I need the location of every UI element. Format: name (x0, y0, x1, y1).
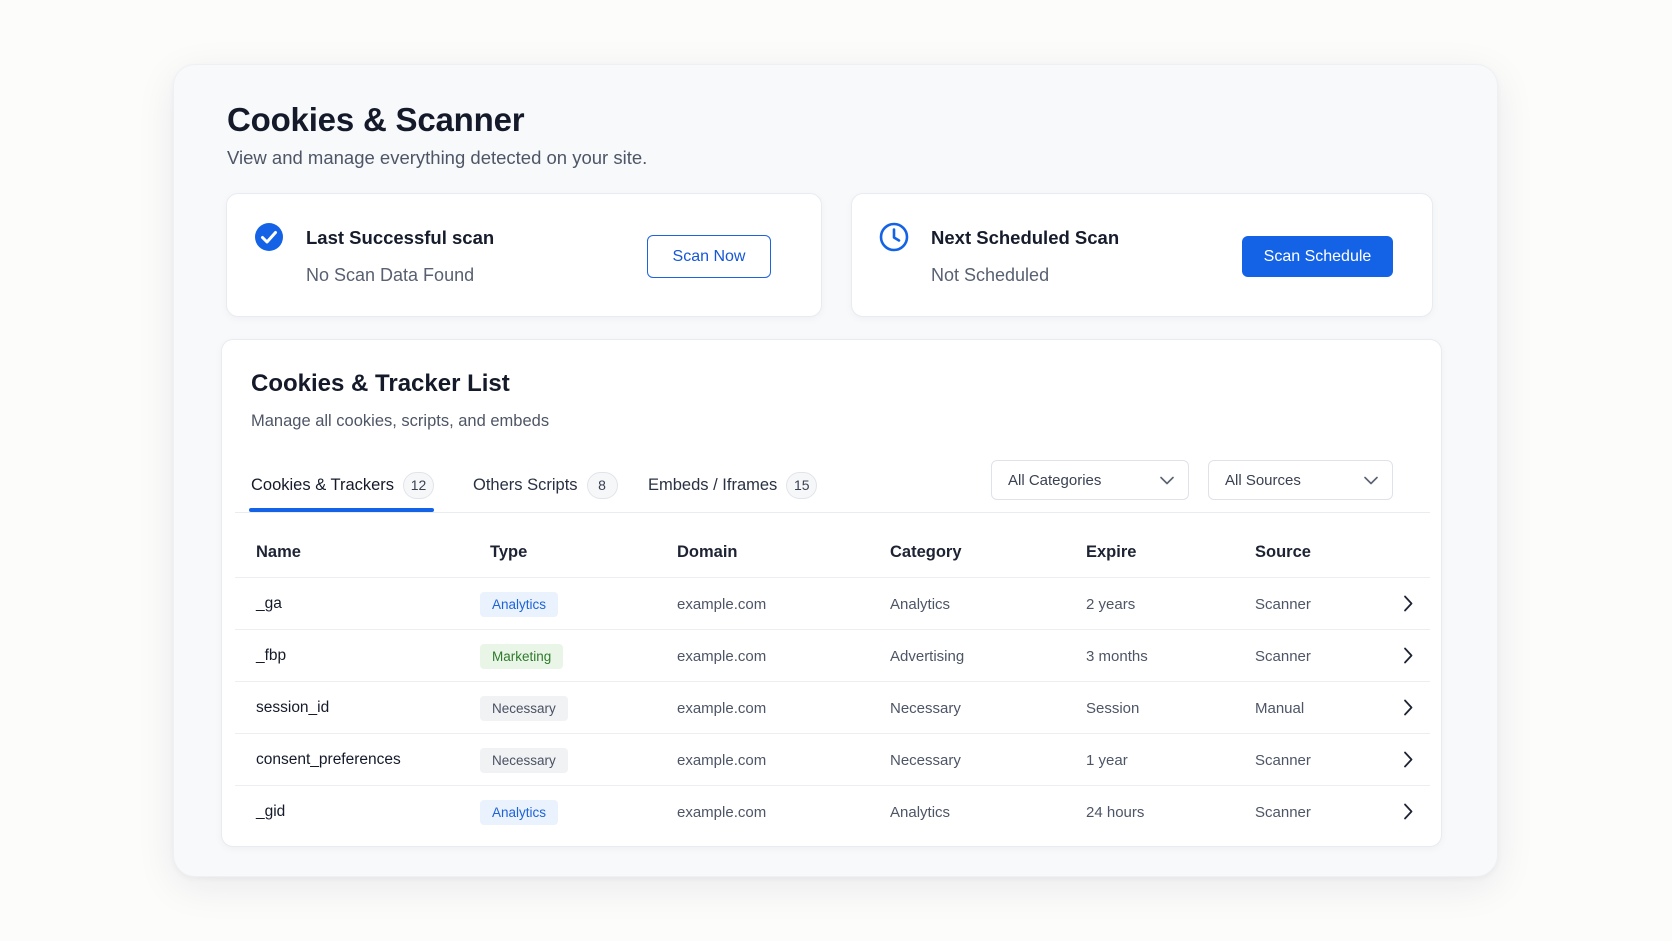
check-circle-icon (255, 223, 283, 251)
cell-name: consent_preferences (256, 751, 401, 768)
cell-domain: example.com (677, 647, 767, 665)
list-title: Cookies & Tracker List (251, 370, 510, 397)
cell-domain: example.com (677, 803, 767, 821)
type-badge: Necessary (480, 695, 568, 721)
column-header-type: Type (490, 543, 528, 561)
cell-source: Manual (1255, 699, 1305, 717)
tracker-list-card: Cookies & Tracker List Manage all cookie… (221, 339, 1442, 847)
tab-count-badge: 8 (586, 471, 618, 499)
cell-type: Analytics (480, 786, 559, 838)
tab-embeds-iframes[interactable]: Embeds / Iframes 15 (648, 466, 818, 504)
cell-domain: example.com (677, 595, 767, 613)
cell-domain: example.com (677, 751, 767, 769)
tab-count-badge: 15 (786, 471, 818, 499)
chevron-right-icon[interactable] (1403, 647, 1413, 664)
cookies-scanner-panel: Cookies & Scanner View and manage everyt… (173, 64, 1498, 877)
table-row[interactable]: consent_preferences Necessary example.com N… (235, 733, 1430, 785)
cell-category: Necessary (890, 751, 961, 769)
cell-category: Analytics (890, 803, 951, 821)
cell-source: Scanner (1255, 647, 1311, 665)
tab-cookies-trackers[interactable]: Cookies & Trackers 12 (251, 466, 435, 504)
table-row[interactable]: _ga Analytics example.com Analytics 2 years S… (235, 577, 1430, 629)
cell-expire: 3 months (1086, 647, 1148, 665)
tab-label: Embeds / Iframes (648, 475, 778, 494)
cell-expire: 1 year (1086, 751, 1128, 769)
last-scan-card: Last Successful scan No Scan Data Found … (226, 193, 822, 317)
column-header-category: Category (890, 543, 962, 561)
chevron-right-icon[interactable] (1403, 751, 1413, 768)
next-scan-label: Next Scheduled Scan (931, 227, 1120, 248)
tab-others-scripts[interactable]: Others Scripts 8 (473, 466, 618, 504)
type-badge: Marketing (480, 643, 564, 669)
cell-name: _ga (256, 595, 282, 612)
column-header-domain: Domain (677, 543, 738, 561)
column-header-source: Source (1255, 543, 1311, 561)
scan-schedule-button[interactable]: Scan Schedule (1242, 236, 1393, 277)
table-row[interactable]: session_id Necessary example.com Necessary S… (235, 681, 1430, 733)
list-subtitle: Manage all cookies, scripts, and embeds (251, 412, 550, 430)
type-badge: Analytics (480, 799, 559, 825)
chevron-down-icon (1160, 476, 1174, 484)
cell-type: Marketing (480, 630, 564, 682)
cell-source: Scanner (1255, 803, 1311, 821)
type-badge: Necessary (480, 747, 568, 773)
table-row[interactable]: _gid Analytics example.com Analytics 24 hour… (235, 785, 1430, 837)
cell-domain: example.com (677, 699, 767, 717)
column-header-expire: Expire (1086, 543, 1137, 561)
table-row[interactable]: _fbp Marketing example.com Advertising 3 mon… (235, 629, 1430, 681)
tabs-divider (235, 512, 1430, 513)
cell-source: Scanner (1255, 595, 1311, 613)
cell-expire: 24 hours (1086, 803, 1145, 821)
column-header-name: Name (256, 543, 301, 561)
chevron-down-icon (1364, 476, 1378, 484)
tab-label: Cookies & Trackers (251, 475, 395, 494)
cell-type: Necessary (480, 682, 568, 734)
page-title: Cookies & Scanner (227, 101, 525, 138)
next-scan-card: Next Scheduled Scan Not Scheduled Scan S… (851, 193, 1433, 317)
cell-expire: 2 years (1086, 595, 1136, 613)
cell-name: _gid (256, 803, 286, 820)
category-filter-value: All Categories (1008, 471, 1102, 489)
cell-name: session_id (256, 699, 330, 716)
last-scan-value: No Scan Data Found (306, 265, 475, 285)
cell-expire: Session (1086, 699, 1140, 717)
last-scan-label: Last Successful scan (306, 227, 495, 248)
cell-category: Analytics (890, 595, 951, 613)
chevron-right-icon[interactable] (1403, 699, 1413, 716)
cell-type: Analytics (480, 578, 559, 630)
cell-source: Scanner (1255, 751, 1311, 769)
cell-category: Necessary (890, 699, 961, 717)
chevron-right-icon[interactable] (1403, 595, 1413, 612)
source-filter-value: All Sources (1225, 471, 1301, 489)
next-scan-value: Not Scheduled (931, 265, 1050, 285)
chevron-right-icon[interactable] (1403, 803, 1413, 820)
source-filter-select[interactable]: All Sources (1208, 460, 1393, 500)
cell-type: Necessary (480, 734, 568, 786)
tab-label: Others Scripts (473, 475, 578, 494)
active-tab-indicator (249, 508, 434, 512)
cell-name: _fbp (256, 647, 287, 664)
scan-now-button[interactable]: Scan Now (647, 235, 771, 278)
category-filter-select[interactable]: All Categories (991, 460, 1189, 500)
type-badge: Analytics (480, 591, 559, 617)
clock-icon (879, 222, 909, 252)
page-subtitle: View and manage everything detected on y… (227, 147, 648, 168)
cell-category: Advertising (890, 647, 965, 665)
tab-count-badge: 12 (403, 471, 435, 499)
